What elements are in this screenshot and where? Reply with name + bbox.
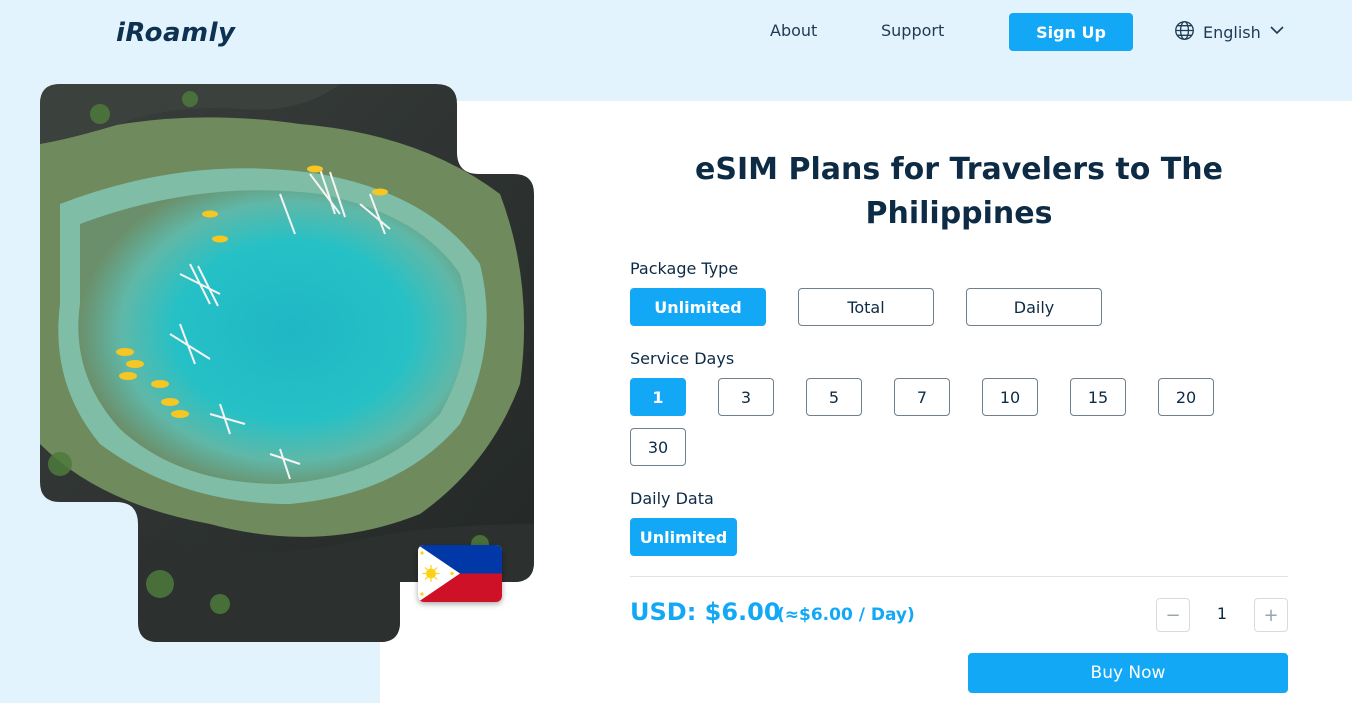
days-option-7[interactable]: 7 xyxy=(894,378,950,416)
logo[interactable]: iRoamly xyxy=(116,18,236,48)
nav-about[interactable]: About xyxy=(770,21,817,40)
buy-now-button[interactable]: Buy Now xyxy=(968,653,1288,693)
quantity-decrease-button[interactable]: − xyxy=(1156,598,1190,632)
top-navbar: iRoamly About Support Sign Up English xyxy=(0,0,1352,64)
days-option-20[interactable]: 20 xyxy=(1158,378,1214,416)
package-option-unlimited[interactable]: Unlimited xyxy=(630,288,766,326)
package-option-daily[interactable]: Daily xyxy=(966,288,1102,326)
quantity-increase-button[interactable]: + xyxy=(1254,598,1288,632)
chevron-down-icon xyxy=(1269,22,1285,42)
daily-data-option-unlimited[interactable]: Unlimited xyxy=(630,518,737,556)
days-option-10[interactable]: 10 xyxy=(982,378,1038,416)
language-label: English xyxy=(1203,22,1261,42)
days-option-3[interactable]: 3 xyxy=(718,378,774,416)
days-option-1[interactable]: 1 xyxy=(630,378,686,416)
globe-icon xyxy=(1174,20,1195,45)
package-type-label: Package Type xyxy=(630,259,739,278)
page-title: eSIM Plans for Travelers to The Philippi… xyxy=(695,152,1223,231)
price-total: USD: $6.00 xyxy=(630,598,781,626)
price-per-day: (≈$6.00 / Day) xyxy=(777,605,915,625)
service-days-label: Service Days xyxy=(630,349,735,368)
sign-up-button[interactable]: Sign Up xyxy=(1009,13,1133,51)
days-option-15[interactable]: 15 xyxy=(1070,378,1126,416)
quantity-value[interactable]: 1 xyxy=(1206,604,1238,623)
days-option-30[interactable]: 30 xyxy=(630,428,686,466)
language-selector[interactable]: English xyxy=(1174,20,1285,44)
divider xyxy=(630,576,1288,577)
nav-support[interactable]: Support xyxy=(881,21,944,40)
package-option-total[interactable]: Total xyxy=(798,288,934,326)
daily-data-label: Daily Data xyxy=(630,489,714,508)
philippines-flag-icon xyxy=(418,545,502,602)
days-option-5[interactable]: 5 xyxy=(806,378,862,416)
